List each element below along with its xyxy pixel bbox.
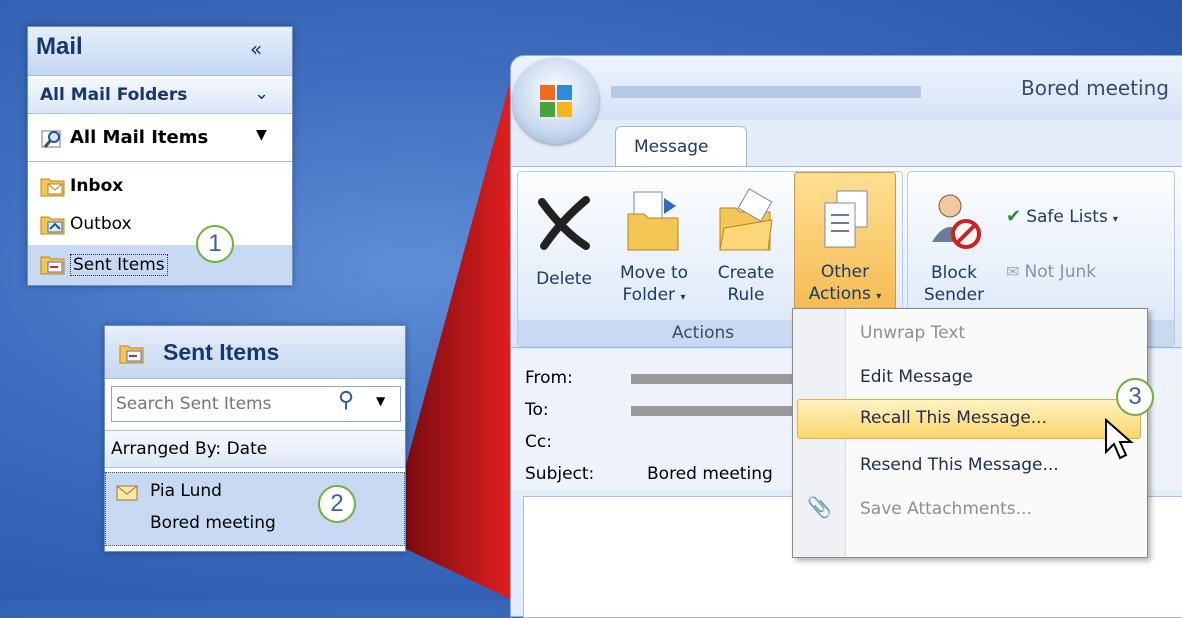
create-label-2: Rule: [727, 285, 765, 305]
folder-sent-items[interactable]: Sent Items: [28, 245, 292, 285]
all-mail-folders-bar[interactable]: All Mail Folders ⌄: [28, 77, 292, 114]
callout-3: 3: [1116, 378, 1154, 416]
envelope-icon: [116, 485, 138, 501]
office-button[interactable]: [513, 58, 599, 144]
callout-2: 2: [318, 485, 356, 523]
all-mail-folders-label: All Mail Folders: [40, 85, 188, 105]
delete-x-icon: [538, 196, 590, 250]
all-mail-items-label: All Mail Items: [70, 127, 209, 148]
block-label-1: Block: [931, 263, 977, 283]
menu-recall-message[interactable]: Recall This Message...: [860, 408, 1047, 428]
message-sender: Pia Lund: [150, 481, 222, 501]
sent-items-header: Sent Items: [105, 326, 405, 379]
mail-title: Mail: [36, 33, 83, 60]
create-rule-button[interactable]: Create Rule: [706, 178, 786, 314]
create-rule-icon: [719, 188, 773, 251]
move-label-2: Folder ▾: [622, 285, 686, 305]
outbox-folder-icon: [40, 216, 65, 235]
menu-resend-message[interactable]: Resend This Message...: [860, 455, 1059, 475]
arranged-by-label: Arranged By: Date: [111, 439, 268, 459]
delete-button[interactable]: Delete: [524, 178, 604, 314]
sent-items-header-icon: [119, 345, 144, 364]
dropdown-arrow-icon[interactable]: ▼: [256, 127, 267, 143]
title-placeholder-bar: [611, 86, 921, 98]
safe-lists-dropdown-icon: ▾: [1112, 214, 1118, 225]
menu-save-attachments[interactable]: Save Attachments...: [860, 499, 1032, 519]
safe-lists-icon: ✔: [1006, 206, 1022, 227]
mail-nav-panel: Mail « All Mail Folders ⌄ All Mail Items…: [27, 26, 293, 286]
menu-edit-message[interactable]: Edit Message: [860, 367, 973, 387]
expand-icon[interactable]: ⌄: [254, 83, 269, 104]
block-label-2: Sender: [923, 285, 985, 305]
from-value-bar: [631, 374, 801, 384]
block-sender-button[interactable]: Block Sender: [914, 178, 994, 314]
collapse-icon[interactable]: «: [250, 37, 262, 61]
tab-message[interactable]: Message: [615, 126, 747, 167]
to-value-bar: [631, 406, 801, 416]
other-actions-icon: [824, 190, 868, 248]
message-list-item[interactable]: Pia Lund Bored meeting: [105, 472, 405, 546]
create-label-1: Create: [717, 263, 775, 283]
safe-lists-button[interactable]: ✔ Safe Lists ▾: [1006, 206, 1118, 234]
menu-recall-highlight[interactable]: Recall This Message...: [797, 399, 1141, 439]
other-dropdown-icon: ▾: [876, 291, 882, 302]
delete-label: Delete: [536, 269, 592, 289]
message-subject: Bored meeting: [150, 513, 276, 533]
move-label-1: Move to: [619, 263, 689, 283]
other-actions-menu: Unwrap Text Edit Message Recall This Mes…: [792, 308, 1148, 558]
search-icon[interactable]: ⚲: [338, 388, 354, 413]
attachment-icon: 📎: [807, 495, 832, 519]
other-actions-button[interactable]: Other Actions ▾: [794, 172, 896, 318]
office-logo-icon: [540, 85, 572, 117]
callout-1: 1: [196, 225, 234, 263]
search-box[interactable]: ⚲ ▼: [111, 386, 401, 422]
move-to-folder-icon: [627, 191, 679, 251]
mouse-cursor-icon: [1105, 418, 1134, 460]
block-sender-icon: [932, 194, 981, 249]
from-label: From:: [525, 368, 573, 388]
window-title: Bored meeting: [1021, 76, 1169, 100]
move-to-folder-button[interactable]: Move to Folder ▾: [610, 178, 698, 314]
move-dropdown-icon: ▾: [680, 292, 686, 303]
subject-label: Subject:: [525, 464, 595, 484]
sent-items-folder-icon: [40, 256, 65, 275]
search-input[interactable]: [114, 391, 333, 417]
arranged-by-bar[interactable]: Arranged By: Date: [105, 430, 405, 468]
folder-inbox[interactable]: Inbox: [28, 169, 292, 205]
mail-nav-header: Mail «: [28, 27, 292, 76]
tab-message-label: Message: [634, 137, 709, 157]
cc-label: Cc:: [525, 432, 552, 452]
search-options-icon[interactable]: ▼: [376, 394, 385, 408]
folder-outbox[interactable]: Outbox: [28, 207, 292, 243]
search-folder-icon: [41, 130, 61, 148]
not-junk-label: Not Junk: [1024, 262, 1097, 282]
folder-label-inbox: Inbox: [70, 176, 124, 196]
folder-label-sent-items: Sent Items: [70, 254, 168, 276]
actions-group-label: Actions: [672, 323, 735, 343]
menu-unwrap-text[interactable]: Unwrap Text: [860, 323, 965, 343]
not-junk-button[interactable]: ✉ Not Junk: [1006, 262, 1096, 290]
title-bar: Bored meeting: [511, 56, 1182, 120]
not-junk-icon: ✉: [1006, 262, 1020, 281]
all-mail-items-row[interactable]: All Mail Items ▼: [28, 115, 292, 162]
other-label-1: Other: [820, 262, 870, 282]
sent-items-title: Sent Items: [163, 339, 280, 365]
folder-label-outbox: Outbox: [70, 214, 132, 234]
inbox-folder-icon: [40, 178, 65, 197]
other-label-2: Actions ▾: [808, 284, 882, 304]
sent-items-panel: Sent Items ⚲ ▼ Arranged By: Date Pia Lun…: [104, 325, 406, 552]
safe-lists-label: Safe Lists: [1026, 207, 1108, 227]
to-label: To:: [525, 400, 549, 420]
subject-value: Bored meeting: [647, 464, 773, 484]
